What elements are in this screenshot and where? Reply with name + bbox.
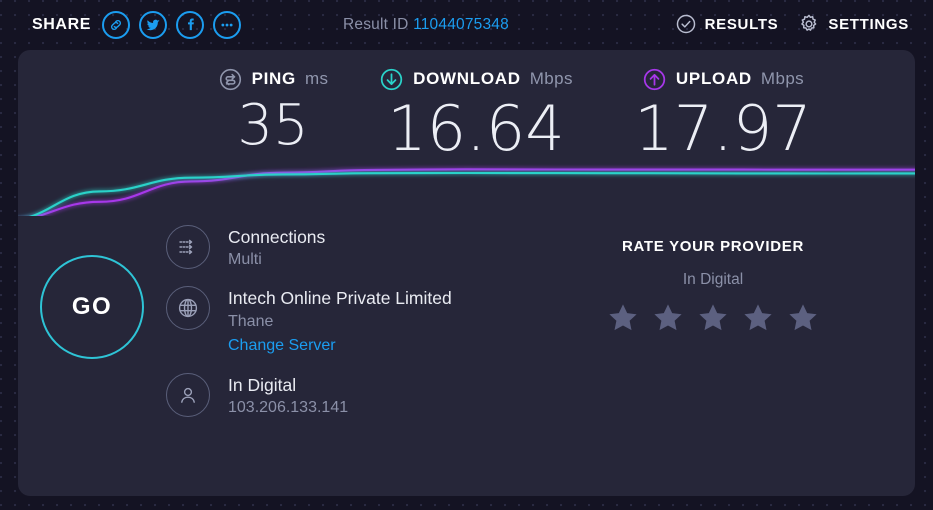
- connections-icon: [166, 225, 210, 269]
- download-unit: Mbps: [529, 69, 573, 88]
- info-row-server: Intech Online Private Limited Thane Chan…: [166, 286, 466, 358]
- settings-button[interactable]: SETTINGS: [798, 13, 909, 35]
- info-row-isp: In Digital 103.206.133.141: [166, 372, 466, 420]
- link-icon[interactable]: [102, 11, 131, 39]
- header-actions: RESULTS SETTINGS: [675, 13, 909, 35]
- star-icon[interactable]: [696, 301, 730, 335]
- upload-name: UPLOAD: [675, 69, 752, 88]
- download-line: [18, 171, 915, 221]
- app-header: SHARE Result ID 11044075348 RESULTS SETT…: [0, 0, 933, 48]
- result-panel: PING ms 35 DOWNLOAD Mbps 16.64 UPLOAD Mb…: [18, 50, 915, 496]
- rate-provider-name: In Digital: [682, 271, 744, 288]
- download-value: 16.64: [387, 92, 565, 165]
- check-circle-icon: [675, 13, 697, 35]
- graph-svg: [18, 168, 915, 221]
- ping-unit: ms: [304, 69, 329, 88]
- metric-upload: UPLOAD Mbps 17.97: [583, 66, 863, 160]
- download-icon: [379, 67, 404, 92]
- gear-icon: [798, 13, 820, 35]
- star-icon[interactable]: [606, 301, 640, 335]
- connections-title: Connections: [228, 227, 326, 247]
- facebook-icon[interactable]: [176, 11, 205, 39]
- person-icon: [166, 372, 210, 417]
- go-button[interactable]: GO: [40, 255, 144, 359]
- globe-icon: [166, 286, 210, 331]
- result-id: Result ID 11044075348: [343, 16, 509, 34]
- twitter-icon[interactable]: [139, 11, 168, 39]
- star-icon[interactable]: [651, 301, 685, 335]
- rate-title: RATE YOUR PROVIDER: [621, 238, 805, 255]
- more-icon[interactable]: [213, 11, 242, 39]
- upload-icon: [642, 67, 667, 92]
- result-id-label: Result ID: [343, 16, 409, 33]
- results-button[interactable]: RESULTS: [675, 13, 779, 35]
- star-icon[interactable]: [741, 301, 775, 335]
- metric-download: DOWNLOAD Mbps 16.64: [336, 66, 616, 160]
- settings-label: SETTINGS: [828, 15, 909, 33]
- star-rating[interactable]: [563, 301, 863, 335]
- result-id-value[interactable]: 11044075348: [413, 16, 509, 33]
- change-server-link[interactable]: Change Server: [228, 334, 452, 359]
- info-row-connections: Connections Multi: [166, 225, 466, 272]
- results-label: RESULTS: [704, 15, 779, 33]
- go-label: GO: [71, 293, 113, 320]
- go-button-wrap: GO: [40, 255, 144, 359]
- rate-provider-panel: RATE YOUR PROVIDER In Digital: [563, 238, 863, 335]
- ping-name: PING: [251, 69, 296, 88]
- share-label: SHARE: [32, 16, 92, 33]
- server-name: Intech Online Private Limited: [228, 288, 452, 309]
- download-name: DOWNLOAD: [413, 69, 521, 88]
- server-location: Thane: [228, 312, 274, 330]
- speed-graph: [18, 154, 915, 221]
- upload-value: 17.97: [634, 92, 812, 165]
- upload-unit: Mbps: [760, 69, 805, 88]
- ping-icon: [218, 67, 243, 92]
- isp-name: In Digital: [228, 374, 297, 395]
- isp-ip: 103.206.133.141: [228, 398, 349, 416]
- upload-line: [18, 168, 915, 221]
- star-icon[interactable]: [786, 301, 820, 335]
- connections-sub: Multi: [228, 251, 262, 269]
- share-group: SHARE: [32, 11, 242, 39]
- connection-info: Connections Multi Intech Online Private …: [166, 225, 466, 434]
- speedtest-app: SHARE Result ID 11044075348 RESULTS SETT…: [0, 0, 933, 510]
